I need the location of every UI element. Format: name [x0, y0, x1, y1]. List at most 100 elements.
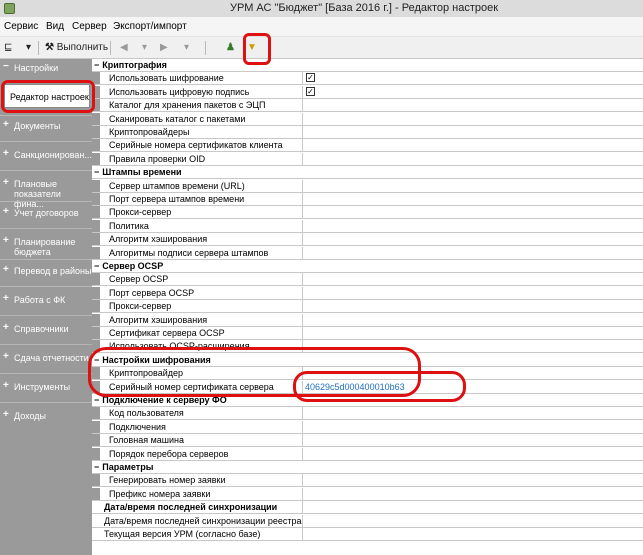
setting-row[interactable]: Код пользователя	[92, 407, 643, 421]
sidebar-divider	[0, 315, 92, 316]
back-menu-icon[interactable]: ▾	[142, 40, 147, 56]
label-text: Алгоритмы подписи сервера штампов	[109, 247, 269, 258]
row-gutter	[92, 246, 100, 259]
setting-row[interactable]: Использовать OCSP-расширения	[92, 340, 643, 354]
column-divider	[302, 72, 303, 85]
setting-row[interactable]: Алгоритм хэширования	[92, 233, 643, 247]
setting-row[interactable]: Префикс номера заявки	[92, 487, 643, 501]
setting-label: Сервер штампов времени (URL)	[109, 180, 245, 192]
setting-row[interactable]: Сертификат сервера OCSP	[92, 327, 643, 340]
setting-label: Прокси-сервер	[109, 300, 171, 312]
setting-row[interactable]: Порт сервера штампов времени	[92, 193, 643, 206]
category-row[interactable]: − Криптография	[92, 59, 643, 72]
setting-label: Генерировать номер заявки	[109, 474, 226, 486]
setting-label: Правила проверки OID	[109, 153, 205, 165]
chevron-down-icon[interactable]: ▾	[26, 40, 31, 56]
window-title: УРМ АС "Бюджет" [База 2016 г.] - Редакто…	[230, 2, 499, 14]
setting-label: Каталог для хранения пакетов с ЭЦП	[109, 99, 265, 111]
tree-view-icon[interactable]: ⊑	[4, 40, 12, 56]
setting-row[interactable]: Порт сервера OCSP	[92, 286, 643, 300]
grid-empty-area	[92, 542, 643, 555]
collapse-icon[interactable]: −	[94, 395, 99, 405]
category-row[interactable]: − Сервер OCSP	[92, 260, 643, 273]
back-icon[interactable]: ◀	[120, 40, 128, 56]
label-text: Сканировать каталог с пакетами	[109, 113, 246, 124]
setting-row[interactable]: Алгоритмы подписи сервера штампов	[92, 246, 643, 260]
menu-server[interactable]: Сервер	[72, 21, 107, 32]
setting-row[interactable]: Дата/время последней синхронизации	[92, 501, 643, 515]
toolbar: ⊑ ▾ ⚒ Выполнить ◀ ▾ ▶ ▾ ♟ ▼	[0, 37, 643, 59]
category-row[interactable]: − Параметры	[92, 461, 643, 474]
sidebar-item-settings-editor[interactable]: Редактор настроек	[4, 84, 90, 108]
label-text: Параметры	[102, 462, 154, 472]
collapse-icon[interactable]: −	[94, 167, 99, 177]
setting-row[interactable]: Порядок перебора серверов	[92, 447, 643, 461]
row-gutter	[92, 99, 100, 112]
column-divider	[302, 219, 303, 232]
toolbar-separator	[38, 41, 39, 55]
label-text: Криптопровайдеры	[109, 127, 190, 137]
category-row[interactable]: − Штампы времени	[92, 166, 643, 180]
category-row[interactable]: − Настройки шифрования	[92, 354, 643, 367]
setting-row[interactable]: Алгоритм хэширования	[92, 313, 643, 327]
setting-row[interactable]: Использовать шифрование ✓	[92, 72, 643, 86]
setting-value[interactable]: 40629c5d000400010b63	[305, 381, 405, 393]
label-text: Использовать цифровую подпись	[109, 86, 250, 97]
collapse-icon[interactable]: −	[94, 60, 99, 70]
execute-button[interactable]: ⚒ Выполнить	[45, 40, 108, 56]
row-gutter	[92, 300, 100, 313]
setting-label: Серийный номер сертификата сервера	[109, 381, 274, 393]
forward-icon[interactable]: ▶	[160, 40, 168, 56]
setting-row[interactable]: Сканировать каталог с пакетами	[92, 112, 643, 126]
setting-row[interactable]: Прокси-сервер	[92, 300, 643, 314]
setting-row[interactable]: Использовать цифровую подпись ✓	[92, 85, 643, 99]
label-text: Алгоритм хэширования	[109, 234, 208, 245]
collapse-icon[interactable]: −	[94, 261, 99, 271]
label-text: Серийный номер сертификата сервера	[109, 381, 274, 392]
collapse-icon[interactable]: −	[94, 355, 99, 365]
setting-row[interactable]: Политика	[92, 219, 643, 233]
setting-row[interactable]: Сервер OCSP	[92, 273, 643, 287]
menu-export-import[interactable]: Экспорт/импорт	[113, 21, 187, 32]
row-gutter	[92, 152, 100, 165]
setting-row[interactable]: Прокси-сервер	[92, 206, 643, 220]
column-divider	[302, 313, 303, 326]
menu-service[interactable]: Сервис	[4, 21, 38, 32]
sidebar-divider	[0, 201, 92, 202]
setting-row[interactable]: Текущая версия УРМ (согласно базе)	[92, 528, 643, 541]
setting-row[interactable]: Сервер штампов времени (URL)	[92, 179, 643, 193]
setting-row[interactable]: Головная машина	[92, 434, 643, 448]
setting-checkbox[interactable]: ✓	[306, 73, 315, 83]
column-divider	[302, 233, 303, 246]
setting-row[interactable]: Дата/время последней синхронизации реест…	[92, 514, 643, 528]
setting-row[interactable]: Серийные номера сертификатов клиента	[92, 139, 643, 153]
setting-row[interactable]: Генерировать номер заявки	[92, 474, 643, 488]
row-gutter	[92, 206, 100, 219]
forward-menu-icon[interactable]: ▾	[184, 40, 189, 56]
row-gutter	[92, 474, 100, 487]
label-text: Сервер OCSP	[102, 261, 164, 271]
category-label: − Сервер OCSP	[94, 260, 163, 272]
label-text: Сервер штампов времени (URL)	[109, 180, 245, 191]
setting-row[interactable]: Подключения	[92, 420, 643, 434]
plus-icon: +	[3, 235, 9, 246]
setting-row[interactable]: Правила проверки OID	[92, 152, 643, 166]
setting-label: Дата/время последней синхронизации реест…	[104, 515, 301, 527]
label-text: Прокси-сервер	[109, 301, 172, 312]
collapse-icon[interactable]: −	[94, 462, 99, 472]
menu-view[interactable]: Вид	[46, 21, 64, 32]
setting-row[interactable]: Криптопровайдер	[92, 367, 643, 381]
category-row[interactable]: − Подключение к серверу ФО	[92, 394, 643, 407]
filter-icon[interactable]: ▼	[247, 40, 257, 56]
row-gutter	[92, 313, 100, 326]
row-gutter	[92, 273, 100, 286]
user-key-icon[interactable]: ♟	[226, 40, 235, 56]
setting-row[interactable]: Серийный номер сертификата сервера 40629c…	[92, 380, 643, 394]
column-divider	[302, 327, 303, 339]
row-gutter	[92, 112, 100, 125]
setting-row[interactable]: Каталог для хранения пакетов с ЭЦП	[92, 99, 643, 113]
row-gutter	[92, 139, 100, 152]
column-divider	[302, 300, 303, 313]
setting-checkbox[interactable]: ✓	[306, 86, 315, 96]
setting-row[interactable]: Криптопровайдеры	[92, 126, 643, 139]
